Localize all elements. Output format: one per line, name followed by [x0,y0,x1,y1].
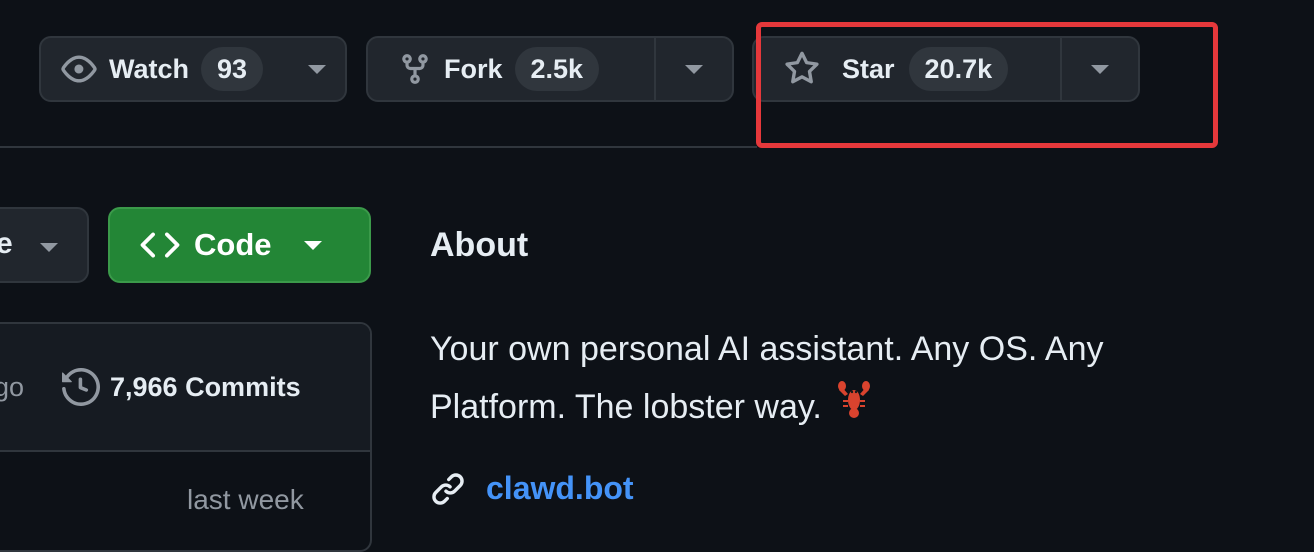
commits-panel-header: go 7,966 Commits [0,324,370,452]
about-description: Your own personal AI assistant. Any OS. … [430,320,1150,438]
chevron-down-icon [308,64,326,74]
watch-button[interactable]: Watch 93 [41,38,289,100]
fork-icon [398,52,432,86]
lobster-emoji [837,380,871,438]
star-highlight-box [756,22,1218,148]
code-icon [140,225,180,265]
about-description-text: Your own personal AI assistant. Any OS. … [430,330,1104,426]
chevron-down-icon [40,243,58,252]
fork-button-group: Fork 2.5k [366,36,734,102]
file-row-time: last week [187,484,304,515]
watch-label: Watch [109,53,189,84]
chevron-down-icon [303,240,322,250]
branch-select-button[interactable]: e [0,207,89,283]
fork-label: Fork [444,53,503,84]
fork-dropdown[interactable] [654,38,732,100]
header-divider [0,146,757,148]
website-link[interactable]: clawd.bot [486,470,634,507]
watch-count: 93 [201,47,264,91]
commits-panel: go 7,966 Commits last week [0,322,372,552]
link-icon [430,471,466,507]
commits-link[interactable]: 7,966 Commits [62,368,301,406]
last-commit-time: go [0,372,25,402]
branch-label: e [0,227,13,261]
fork-count: 2.5k [514,47,600,91]
commits-count: 7,966 Commits [110,371,301,402]
fork-button[interactable]: Fork 2.5k [368,38,654,100]
watch-button-group: Watch 93 [39,36,347,102]
code-label: Code [194,227,272,262]
website-link-row: clawd.bot [430,470,634,507]
chevron-down-icon [685,64,703,74]
watch-dropdown[interactable] [289,38,345,100]
history-icon [62,368,100,406]
code-button[interactable]: Code [108,207,371,283]
about-heading: About [430,226,529,264]
eye-icon [61,51,97,87]
